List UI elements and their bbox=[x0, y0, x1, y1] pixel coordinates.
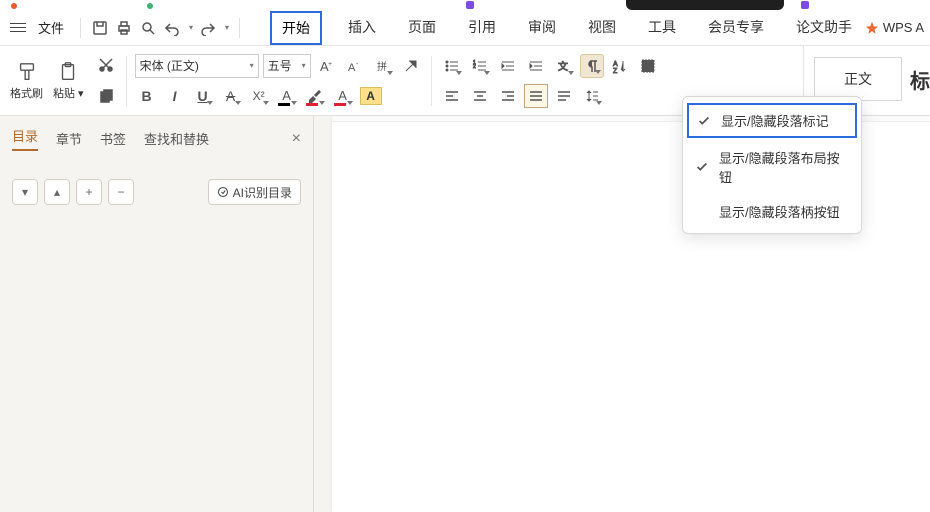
style-normal[interactable]: 正文 bbox=[814, 57, 902, 101]
tab-view[interactable]: 视图 bbox=[582, 11, 622, 45]
check-icon bbox=[697, 114, 711, 128]
wps-ai-button[interactable]: WPS A bbox=[865, 20, 924, 35]
text-direction-icon[interactable]: 文 bbox=[552, 54, 576, 78]
svg-text:拼: 拼 bbox=[377, 60, 387, 73]
tab-insert[interactable]: 插入 bbox=[342, 11, 382, 45]
expand-icon[interactable]: ▾ bbox=[12, 179, 38, 205]
svg-text:-: - bbox=[356, 61, 359, 68]
save-icon[interactable] bbox=[91, 19, 109, 37]
navigation-pane: 目录 章节 书签 查找和替换 × ▾ ▴ + − AI识别目录 bbox=[0, 116, 314, 512]
clear-format-icon[interactable] bbox=[399, 54, 423, 78]
redo-dropdown[interactable]: ▾ bbox=[223, 23, 229, 32]
format-painter-button[interactable]: 格式刷 bbox=[10, 61, 43, 101]
print-icon[interactable] bbox=[115, 19, 133, 37]
paste-label: 粘贴 ▾ bbox=[53, 85, 84, 101]
number-list-icon[interactable]: 12 bbox=[468, 54, 492, 78]
separator bbox=[80, 18, 81, 38]
increase-indent-icon[interactable] bbox=[524, 54, 548, 78]
shrink-font-icon[interactable]: A- bbox=[343, 54, 367, 78]
text-effect-icon[interactable]: A bbox=[275, 84, 299, 108]
check-icon bbox=[695, 160, 709, 174]
font-size-select[interactable]: 五号▾ bbox=[263, 54, 311, 78]
tab-pill-a bbox=[466, 1, 474, 9]
tab-pill-b bbox=[801, 1, 809, 9]
svg-text:+: + bbox=[328, 61, 332, 68]
paste-button[interactable]: 粘贴 ▾ bbox=[53, 61, 84, 101]
phonetic-guide-icon[interactable]: 拼 bbox=[371, 54, 395, 78]
font-name-select[interactable]: 宋体 (正文)▾ bbox=[135, 54, 259, 78]
collapse-icon[interactable]: ▴ bbox=[44, 179, 70, 205]
nav-tab-toc[interactable]: 目录 bbox=[12, 126, 38, 151]
sort-icon[interactable]: AZ bbox=[608, 54, 632, 78]
svg-text:文: 文 bbox=[558, 60, 568, 73]
hamburger-icon[interactable] bbox=[10, 21, 26, 35]
dd-label-2: 显示/隐藏段落布局按钮 bbox=[719, 148, 849, 186]
font-color-icon[interactable]: A bbox=[331, 84, 355, 108]
decrease-indent-icon[interactable] bbox=[496, 54, 520, 78]
active-doc-tab[interactable] bbox=[626, 0, 784, 10]
tab-page[interactable]: 页面 bbox=[402, 11, 442, 45]
file-menu[interactable]: 文件 bbox=[32, 16, 70, 39]
italic-icon[interactable]: I bbox=[163, 84, 187, 108]
tab-tools[interactable]: 工具 bbox=[642, 11, 682, 45]
add-icon[interactable]: + bbox=[76, 179, 102, 205]
bold-icon[interactable]: B bbox=[135, 84, 159, 108]
line-spacing-icon[interactable] bbox=[580, 84, 604, 108]
grow-font-icon[interactable]: A+ bbox=[315, 54, 339, 78]
tab-reference[interactable]: 引用 bbox=[462, 11, 502, 45]
paragraph-mark-icon[interactable] bbox=[580, 54, 604, 78]
nav-tab-chapter[interactable]: 章节 bbox=[56, 129, 82, 148]
tab-home[interactable]: 开始 bbox=[270, 11, 322, 45]
dd-label-3: 显示/隐藏段落柄按钮 bbox=[719, 202, 840, 221]
bullet-list-icon[interactable] bbox=[440, 54, 464, 78]
tab-member[interactable]: 会员专享 bbox=[702, 11, 770, 45]
toggle-paragraph-handle-btn[interactable]: 显示/隐藏段落柄按钮 bbox=[683, 194, 861, 229]
toggle-paragraph-marks[interactable]: 显示/隐藏段落标记 bbox=[687, 103, 857, 138]
cut-icon[interactable] bbox=[94, 53, 118, 77]
toggle-paragraph-layout-btn[interactable]: 显示/隐藏段落布局按钮 bbox=[683, 140, 861, 194]
undo-icon[interactable] bbox=[163, 19, 181, 37]
separator bbox=[239, 18, 240, 38]
nav-tab-bookmark[interactable]: 书签 bbox=[100, 129, 126, 148]
align-left-icon[interactable] bbox=[440, 84, 464, 108]
align-center-icon[interactable] bbox=[468, 84, 492, 108]
align-right-icon[interactable] bbox=[496, 84, 520, 108]
app-window-dot-red bbox=[11, 3, 17, 9]
dd-label-1: 显示/隐藏段落标记 bbox=[721, 111, 829, 130]
close-icon[interactable]: × bbox=[292, 130, 301, 148]
style-heading[interactable]: 标 bbox=[910, 65, 930, 94]
highlight-icon[interactable] bbox=[303, 84, 327, 108]
nav-tab-findreplace[interactable]: 查找和替换 bbox=[144, 129, 209, 148]
ai-toc-label: AI识别目录 bbox=[233, 184, 292, 201]
distribute-icon[interactable] bbox=[552, 84, 576, 108]
strikethrough-icon[interactable]: A bbox=[219, 84, 243, 108]
svg-text:A: A bbox=[613, 61, 618, 68]
svg-text:2: 2 bbox=[473, 64, 476, 70]
remove-icon[interactable]: − bbox=[108, 179, 134, 205]
superscript-icon[interactable]: X² bbox=[247, 84, 271, 108]
paragraph-mark-dropdown: 显示/隐藏段落标记 显示/隐藏段落布局按钮 显示/隐藏段落柄按钮 bbox=[682, 96, 862, 234]
svg-text:A: A bbox=[348, 62, 356, 74]
wps-ai-label: WPS A bbox=[883, 20, 924, 35]
underline-icon[interactable]: U bbox=[191, 84, 215, 108]
select-all-icon[interactable] bbox=[636, 54, 660, 78]
ai-toc-button[interactable]: AI识别目录 bbox=[208, 179, 301, 205]
app-window-dot-green bbox=[147, 3, 153, 9]
tab-review[interactable]: 审阅 bbox=[522, 11, 562, 45]
char-shading-icon[interactable]: A bbox=[359, 84, 383, 108]
format-painter-label: 格式刷 bbox=[10, 85, 43, 101]
blank-icon bbox=[695, 205, 709, 219]
undo-dropdown[interactable]: ▾ bbox=[187, 23, 193, 32]
tab-thesis[interactable]: 论文助手 bbox=[790, 11, 858, 45]
svg-text:Z: Z bbox=[613, 68, 618, 74]
print-preview-icon[interactable] bbox=[139, 19, 157, 37]
copy-icon[interactable] bbox=[94, 85, 118, 109]
redo-icon[interactable] bbox=[199, 19, 217, 37]
align-justify-icon[interactable] bbox=[524, 84, 548, 108]
